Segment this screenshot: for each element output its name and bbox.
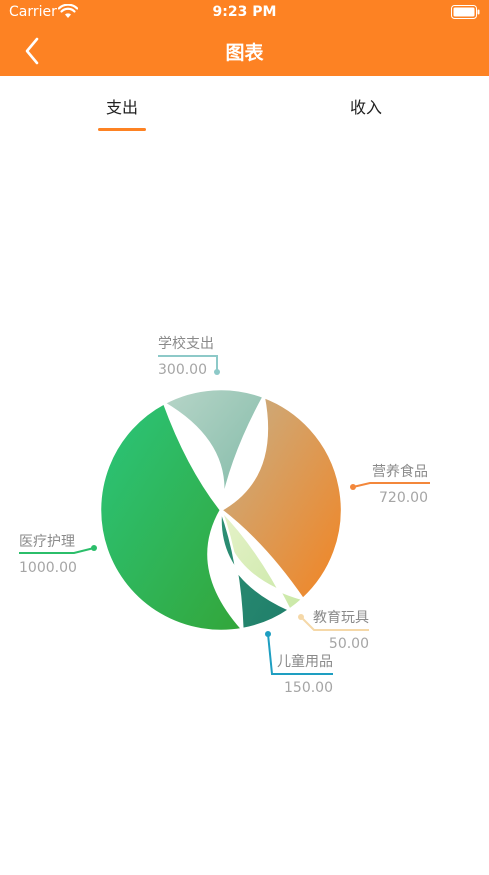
slice-label-medical-care: 医疗护理: [19, 534, 75, 550]
label-dot-medical-care: [91, 545, 97, 551]
label-dot-school-expense: [214, 369, 220, 375]
slice-label-educational-toys: 教育玩具: [313, 610, 369, 626]
chart-page: Carrier 9:23 PM 图表 支出 收入 学校支出 300.00 营养食…: [0, 0, 489, 875]
label-dot-nutrition-food: [350, 484, 356, 490]
slice-label-school-expense: 学校支出: [158, 335, 214, 352]
label-dot-educational-toys: [298, 614, 304, 620]
slice-value-nutrition-food: 720.00: [379, 490, 428, 506]
slice-label-kids-supplies: 儿童用品: [277, 653, 333, 670]
slice-value-school-expense: 300.00: [158, 362, 207, 378]
slice-label-nutrition-food: 营养食品: [372, 463, 428, 480]
pie-chart: 学校支出 300.00 营养食品 720.00 教育玩具 50.00儿童用品 150.00 医…: [19, 335, 430, 696]
slice-value-kids-supplies: 150.00: [284, 680, 333, 696]
label-dot-kids-supplies: [265, 631, 271, 637]
slice-value-educational-toys: 50.00: [329, 636, 369, 652]
label-leader-nutrition-food: [352, 482, 430, 488]
pie-slices: [98, 387, 344, 633]
slice-value-medical-care: 1000.00: [19, 560, 77, 576]
